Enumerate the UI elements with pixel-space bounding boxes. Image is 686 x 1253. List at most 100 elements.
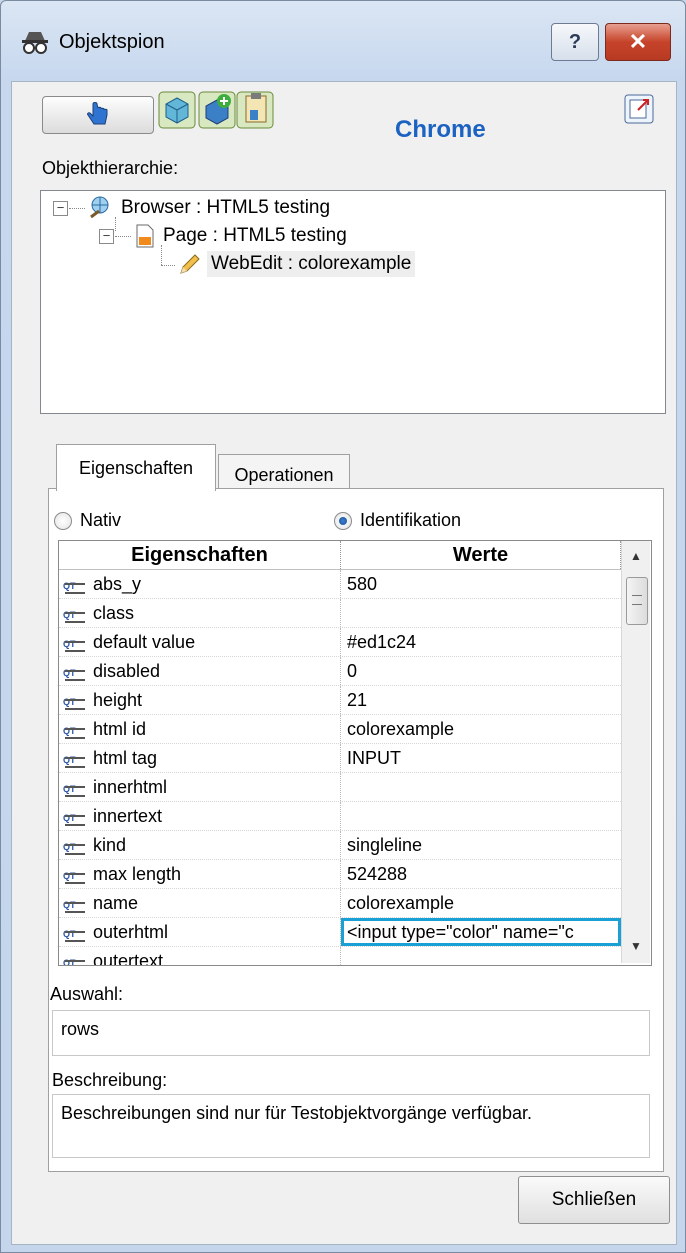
report-icon[interactable] bbox=[624, 94, 654, 124]
tree-node-webedit[interactable]: WebEdit : colorexample bbox=[177, 251, 416, 277]
property-icon: QT bbox=[63, 864, 89, 884]
radio-identification[interactable] bbox=[334, 511, 352, 530]
scroll-up-icon[interactable]: ▲ bbox=[630, 549, 642, 563]
property-value[interactable] bbox=[341, 802, 621, 830]
object-spy-window: Objektspion ? ✕ Chrome Objekthierarchie:… bbox=[0, 0, 686, 1253]
description-label: Beschreibung: bbox=[52, 1070, 168, 1090]
property-icon: QT bbox=[63, 748, 89, 768]
property-name: class bbox=[93, 603, 135, 623]
property-icon: QT bbox=[63, 777, 89, 797]
add-to-repository-icon[interactable] bbox=[198, 90, 236, 130]
table-row[interactable]: QT abs_y 580 bbox=[59, 570, 621, 599]
property-name: height bbox=[93, 690, 143, 710]
tree-node-label: WebEdit : colorexample bbox=[207, 251, 416, 277]
property-name: innertext bbox=[93, 806, 163, 826]
identification-label: Identifikation bbox=[360, 510, 462, 530]
highlight-icon[interactable] bbox=[236, 90, 274, 130]
property-name: html id bbox=[93, 719, 147, 739]
property-name: abs_y bbox=[93, 574, 142, 594]
property-icon: QT bbox=[63, 951, 89, 965]
property-value[interactable]: 580 bbox=[341, 570, 621, 598]
selection-label: Auswahl: bbox=[50, 984, 124, 1004]
property-icon: QT bbox=[63, 893, 89, 913]
spy-icon bbox=[22, 32, 48, 54]
table-row[interactable]: QT max length 524288 bbox=[59, 860, 621, 889]
property-name: innerhtml bbox=[93, 777, 168, 797]
identification-radio[interactable]: Identifikation bbox=[334, 510, 461, 531]
selection-field[interactable]: rows bbox=[52, 1010, 650, 1056]
tree-node-label: Browser : HTML5 testing bbox=[121, 197, 331, 218]
expand-browser-toggle[interactable]: − bbox=[53, 201, 68, 216]
scroll-down-icon[interactable]: ▼ bbox=[630, 939, 642, 953]
window-close-button[interactable]: ✕ bbox=[605, 23, 671, 61]
property-value[interactable] bbox=[341, 773, 621, 801]
native-radio[interactable]: Nativ bbox=[54, 510, 121, 531]
property-value[interactable]: 524288 bbox=[341, 860, 621, 888]
tab-properties[interactable]: Eigenschaften bbox=[56, 444, 216, 491]
table-row[interactable]: QT class bbox=[59, 599, 621, 628]
property-name: name bbox=[93, 893, 139, 913]
table-row[interactable]: QT outerhtml <input type="color" name="c bbox=[59, 918, 621, 947]
description-field: Beschreibungen sind nur für Testobjektvo… bbox=[52, 1094, 650, 1158]
properties-grid[interactable]: Eigenschaften Werte QT abs_y 580 QT class Q… bbox=[58, 540, 652, 966]
native-label: Nativ bbox=[80, 510, 122, 530]
table-row[interactable]: QT innertext bbox=[59, 802, 621, 831]
property-value[interactable]: INPUT bbox=[341, 744, 621, 772]
table-row[interactable]: QT html tag INPUT bbox=[59, 744, 621, 773]
table-row[interactable]: QT height 21 bbox=[59, 686, 621, 715]
property-icon: QT bbox=[63, 922, 89, 942]
tree-node-page[interactable]: Page : HTML5 testing bbox=[133, 223, 347, 249]
property-icon: QT bbox=[63, 574, 89, 594]
table-row[interactable]: QT disabled 0 bbox=[59, 657, 621, 686]
scroll-thumb[interactable] bbox=[626, 577, 648, 625]
table-row[interactable]: QT html id colorexample bbox=[59, 715, 621, 744]
property-value[interactable]: #ed1c24 bbox=[341, 628, 621, 656]
column-header-values[interactable]: Werte bbox=[341, 541, 621, 569]
property-name: outerhtml bbox=[93, 922, 169, 942]
property-name: html tag bbox=[93, 748, 158, 768]
property-icon: QT bbox=[63, 661, 89, 681]
help-button[interactable]: ? bbox=[551, 23, 599, 61]
close-button[interactable]: Schließen bbox=[518, 1176, 670, 1224]
property-name: default value bbox=[93, 632, 196, 652]
property-icon: QT bbox=[63, 835, 89, 855]
property-value[interactable]: singleline bbox=[341, 831, 621, 859]
property-name: disabled bbox=[93, 661, 161, 681]
pointing-hand-button[interactable] bbox=[42, 96, 154, 134]
pencil-icon bbox=[180, 254, 200, 274]
property-name: max length bbox=[93, 864, 182, 884]
property-icon: QT bbox=[63, 719, 89, 739]
hand-pointer-icon bbox=[87, 102, 108, 125]
title-bar[interactable]: Objektspion ? ✕ bbox=[1, 1, 685, 81]
property-value-selected[interactable]: <input type="color" name="c bbox=[341, 918, 621, 946]
property-value[interactable]: 21 bbox=[341, 686, 621, 714]
property-icon: QT bbox=[63, 603, 89, 623]
tree-node-browser[interactable]: Browser : HTML5 testing bbox=[87, 195, 330, 221]
grid-vertical-scrollbar[interactable]: ▲ ▼ bbox=[621, 541, 650, 963]
table-row[interactable]: QT default value #ed1c24 bbox=[59, 628, 621, 657]
grid-header: Eigenschaften Werte bbox=[59, 541, 621, 570]
property-value[interactable] bbox=[341, 599, 621, 627]
property-value[interactable]: colorexample bbox=[341, 889, 621, 917]
page-icon bbox=[136, 224, 154, 248]
radio-native[interactable] bbox=[54, 511, 72, 530]
tree-node-label: Page : HTML5 testing bbox=[163, 225, 347, 246]
grid-rows: QT abs_y 580 QT class QT default value #ed1c2… bbox=[59, 570, 621, 966]
expand-page-toggle[interactable]: − bbox=[99, 229, 114, 244]
property-icon: QT bbox=[63, 806, 89, 826]
property-icon: QT bbox=[63, 632, 89, 652]
property-name: kind bbox=[93, 835, 127, 855]
property-name: outertext bbox=[93, 951, 164, 966]
property-value[interactable]: colorexample bbox=[341, 715, 621, 743]
property-value[interactable]: 0 bbox=[341, 657, 621, 685]
column-header-properties[interactable]: Eigenschaften bbox=[59, 541, 341, 569]
property-value[interactable] bbox=[341, 947, 621, 965]
object-hierarchy-label: Objekthierarchie: bbox=[42, 158, 179, 178]
table-row[interactable]: QT outertext bbox=[59, 947, 621, 966]
window-title: Objektspion bbox=[59, 31, 165, 53]
object-hierarchy-tree[interactable]: − Browser : HTML5 testing − Page : HTML5… bbox=[40, 190, 666, 414]
table-row[interactable]: QT name colorexample bbox=[59, 889, 621, 918]
object-icon[interactable] bbox=[158, 90, 196, 130]
table-row[interactable]: QT innerhtml bbox=[59, 773, 621, 802]
table-row[interactable]: QT kind singleline bbox=[59, 831, 621, 860]
